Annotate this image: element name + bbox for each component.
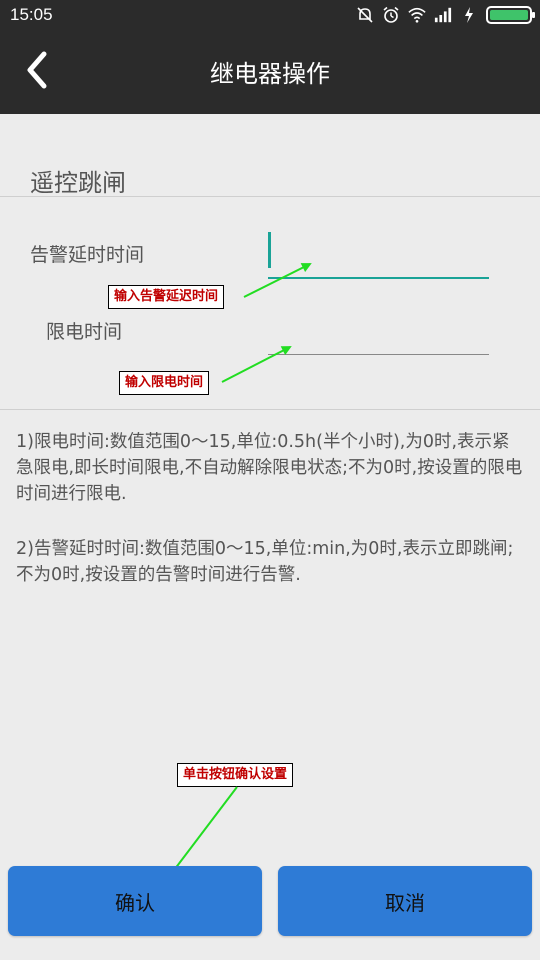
arrow-to-alarm-input xyxy=(243,263,312,298)
alarm-delay-input[interactable] xyxy=(268,277,489,279)
page-title: 继电器操作 xyxy=(210,60,330,88)
confirm-button[interactable]: 确认 xyxy=(8,866,262,936)
text-cursor xyxy=(268,232,271,268)
power-limit-input[interactable] xyxy=(268,354,489,355)
toolbar: 继电器操作 xyxy=(0,30,540,114)
annotation-confirm-hint: 单击按钮确认设置 xyxy=(177,763,294,787)
form-divider xyxy=(0,409,540,410)
section-title: 遥控跳闸 xyxy=(30,169,126,197)
battery-icon xyxy=(486,6,535,24)
status-bar: 15:05 xyxy=(0,0,540,30)
section-divider xyxy=(0,196,540,197)
power-limit-label: 限电时间 xyxy=(46,321,123,343)
charging-icon xyxy=(460,6,478,24)
wifi-icon xyxy=(408,6,426,24)
status-icons xyxy=(356,6,535,24)
signal-icon xyxy=(434,6,452,24)
annotation-limit-hint: 输入限电时间 xyxy=(119,371,210,395)
note-power-limit: 1)限电时间:数值范围0～15,单位:0.5h(半个小时),为0时,表示紧急限电… xyxy=(16,432,523,504)
note-alarm-delay: 2)告警延时时间:数值范围0～15,单位:min,为0时,表示立即跳闸;不为0时… xyxy=(16,539,514,585)
arrow-to-limit-input xyxy=(221,346,292,383)
cancel-button[interactable]: 取消 xyxy=(278,866,532,936)
annotation-alarm-hint: 输入告警延迟时间 xyxy=(108,285,225,309)
status-time: 15:05 xyxy=(10,5,53,24)
alarm-delay-label: 告警延时时间 xyxy=(30,244,145,266)
mute-icon xyxy=(356,6,374,24)
alarm-icon xyxy=(382,6,400,24)
